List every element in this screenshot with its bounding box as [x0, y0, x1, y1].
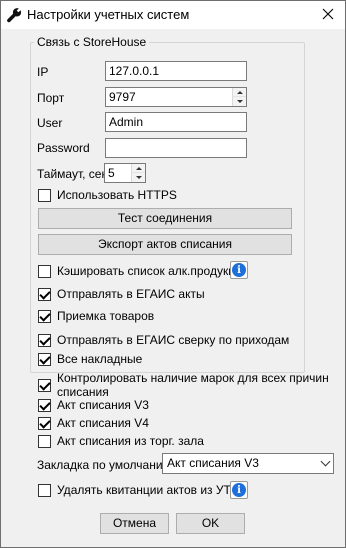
- timeout-label: Таймаут, сек: [37, 167, 107, 181]
- option-row[interactable]: Отправлять в ЕГАИС акты: [38, 286, 205, 302]
- password-field[interactable]: [105, 138, 247, 158]
- option-checkbox[interactable]: [38, 416, 51, 430]
- option-checkbox[interactable]: [38, 309, 51, 323]
- option-checkbox[interactable]: [38, 398, 51, 412]
- close-icon: [322, 8, 334, 20]
- option-label: Кэшировать список алк.продукции: [57, 264, 249, 278]
- port-spin-arrows[interactable]: [232, 88, 246, 106]
- option-checkbox[interactable]: [38, 287, 51, 301]
- option-row[interactable]: Акт списания V3: [38, 397, 149, 413]
- https-checkbox-row[interactable]: Использовать HTTPS: [38, 187, 177, 203]
- https-label: Использовать HTTPS: [57, 188, 177, 202]
- spin-down-icon[interactable]: [233, 97, 246, 106]
- option-row[interactable]: Приемка товаров: [38, 308, 154, 324]
- port-label: Порт: [37, 91, 65, 105]
- user-field[interactable]: Admin: [105, 112, 247, 132]
- option-label: Контролировать наличие марок для всех пр…: [57, 371, 329, 399]
- cancel-button[interactable]: Отмена: [100, 513, 169, 534]
- https-checkbox[interactable]: [38, 188, 51, 202]
- info-icon[interactable]: i: [230, 481, 248, 499]
- delete-receipts-checkbox[interactable]: [38, 483, 51, 497]
- title-bar: Настройки учетных систем: [1, 1, 345, 29]
- delete-receipts-label: Удалять квитанции актов из УТМ: [57, 483, 241, 497]
- default-tab-select[interactable]: Акт списания V3: [162, 453, 334, 474]
- user-label: User: [37, 116, 63, 130]
- option-label: Отправлять в ЕГАИС сверку по приходам: [57, 333, 290, 347]
- storehouse-group-title: Связь с StoreHouse: [34, 35, 150, 49]
- close-button[interactable]: [313, 3, 343, 25]
- ok-button[interactable]: OK: [176, 513, 245, 534]
- option-label: Все накладные: [57, 352, 143, 366]
- chevron-down-icon: [320, 456, 331, 467]
- option-row[interactable]: Все накладные: [38, 351, 142, 367]
- option-checkbox[interactable]: [38, 352, 51, 366]
- port-value: 9797: [109, 90, 136, 104]
- option-row[interactable]: Отправлять в ЕГАИС сверку по приходам: [38, 332, 289, 348]
- option-label: Акт списания из торг. зала: [57, 434, 204, 448]
- timeout-stepper[interactable]: 5: [104, 163, 146, 183]
- spin-down-icon[interactable]: [132, 173, 145, 182]
- option-label: Акт списания V4: [57, 416, 149, 430]
- window-title: Настройки учетных систем: [27, 7, 190, 22]
- option-row[interactable]: Кэшировать список алк.продукции: [38, 263, 249, 279]
- option-checkbox[interactable]: [38, 378, 51, 392]
- option-checkbox[interactable]: [38, 434, 51, 448]
- default-tab-label: Закладка по умолчанию: [37, 458, 172, 472]
- port-stepper[interactable]: 9797: [105, 87, 247, 107]
- timeout-value: 5: [108, 166, 115, 180]
- default-tab-value: Акт списания V3: [167, 456, 259, 470]
- option-label: Акт списания V3: [57, 398, 149, 412]
- test-connection-button[interactable]: Тест соединения: [38, 208, 292, 229]
- option-label: Приемка товаров: [57, 309, 155, 323]
- option-checkbox[interactable]: [38, 264, 51, 278]
- wrench-icon: [7, 8, 22, 23]
- spin-up-icon[interactable]: [233, 88, 246, 97]
- option-checkbox[interactable]: [38, 333, 51, 347]
- ip-field[interactable]: 127.0.0.1: [105, 61, 247, 81]
- option-label: Отправлять в ЕГАИС акты: [57, 287, 205, 301]
- ip-label: IP: [37, 65, 49, 79]
- option-row[interactable]: Контролировать наличие марок для всех пр…: [38, 371, 345, 399]
- export-writeoff-button[interactable]: Экспорт актов списания: [38, 234, 292, 255]
- option-row[interactable]: Акт списания из торг. зала: [38, 433, 204, 449]
- timeout-spin-arrows[interactable]: [131, 164, 145, 182]
- delete-receipts-row[interactable]: Удалять квитанции актов из УТМ: [38, 482, 241, 498]
- settings-dialog: Настройки учетных систем Связь с StoreHo…: [0, 0, 346, 548]
- spin-up-icon[interactable]: [132, 164, 145, 173]
- info-icon[interactable]: i: [230, 261, 248, 279]
- option-row[interactable]: Акт списания V4: [38, 415, 149, 431]
- password-label: Password: [37, 141, 90, 155]
